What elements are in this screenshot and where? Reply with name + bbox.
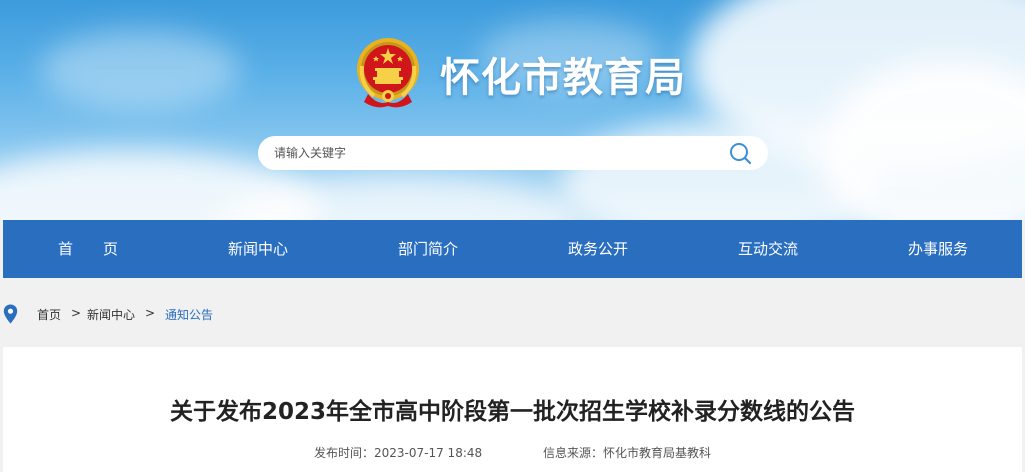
header-banner: 怀化市教育局 [0,0,1025,220]
site-title: 怀化市教育局 [440,55,686,101]
breadcrumb: 首页 > 新闻中心 > 通知公告 [0,298,1025,328]
nav-item-home[interactable]: 首 页 [3,220,173,278]
nav-item-interact[interactable]: 互动交流 [683,220,853,278]
breadcrumb-home[interactable]: 首页 [37,306,61,323]
nav-item-department[interactable]: 部门简介 [343,220,513,278]
info-source: 信息来源：怀化市教育局基教科 [543,446,712,460]
breadcrumb-separator: > [145,306,156,320]
publish-time: 发布时间：2023-07-17 18:48 [314,446,483,460]
nav-item-news[interactable]: 新闻中心 [173,220,343,278]
location-pin-icon [3,304,18,324]
breadcrumb-separator: > [71,306,82,320]
main-nav: 首 页 新闻中心 部门简介 政务公开 互动交流 办事服务 [3,220,1022,278]
banner-cloud [40,30,240,110]
article-title: 关于发布2023年全市高中阶段第一批次招生学校补录分数线的公告 [169,399,855,425]
breadcrumb-notices[interactable]: 通知公告 [165,306,213,323]
search-bar [258,136,768,170]
nav-item-services[interactable]: 办事服务 [853,220,1023,278]
nav-item-government[interactable]: 政务公开 [513,220,683,278]
search-input[interactable] [274,136,714,170]
article-panel: 关于发布2023年全市高中阶段第一批次招生学校补录分数线的公告 发布时间：202… [3,347,1022,472]
national-emblem-icon [357,38,419,108]
search-icon[interactable] [727,140,753,166]
breadcrumb-news[interactable]: 新闻中心 [87,306,135,323]
